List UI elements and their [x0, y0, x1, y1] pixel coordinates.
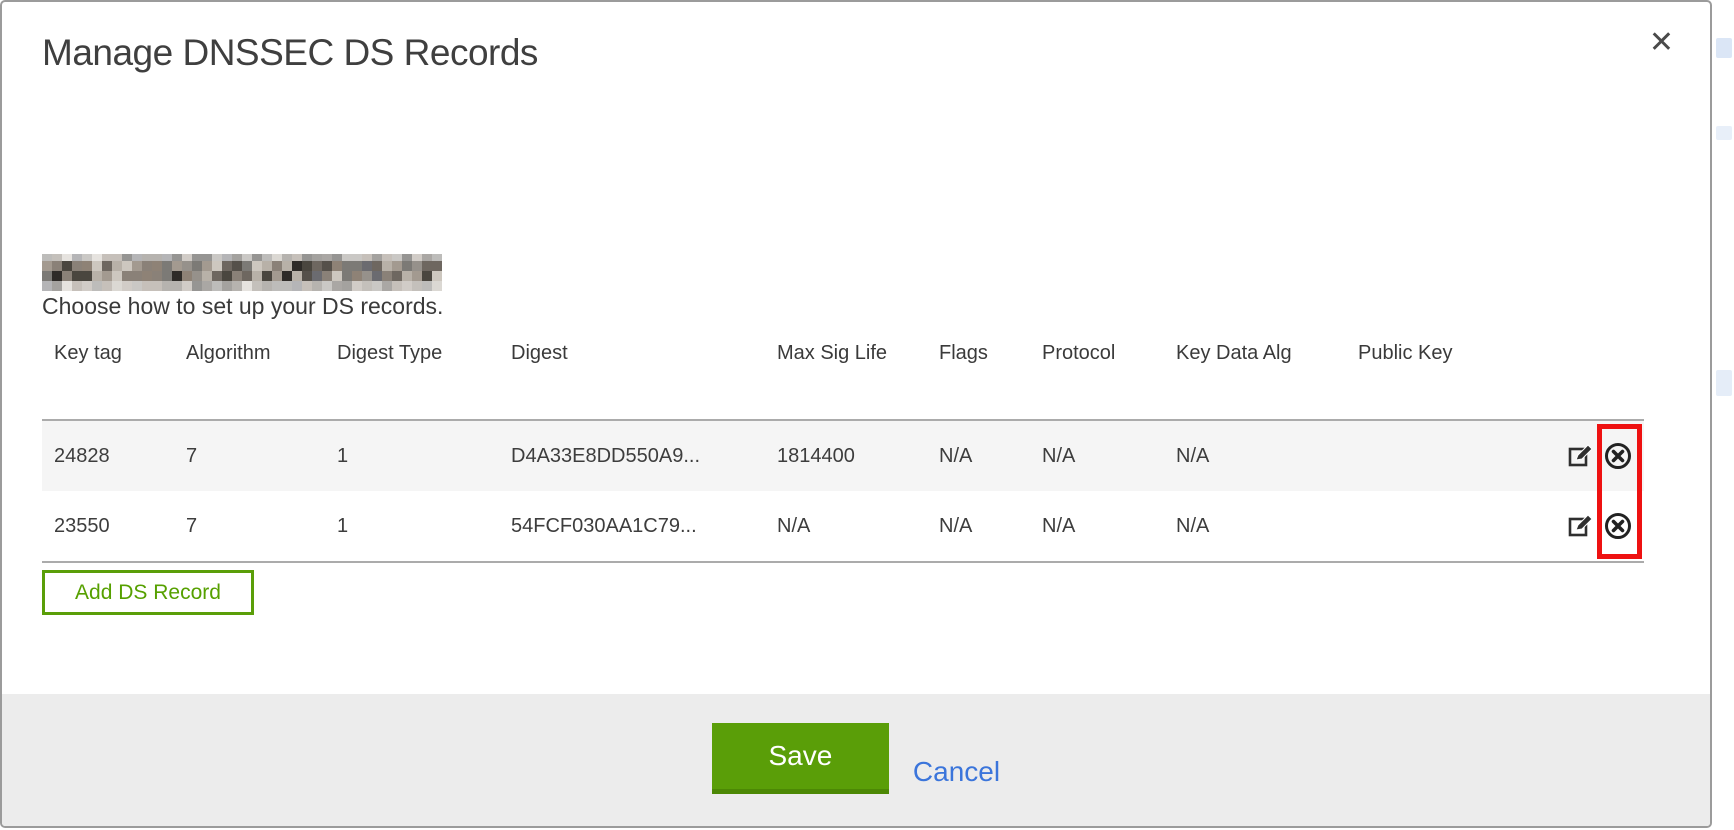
- col-header-key-tag: Key tag: [42, 342, 174, 365]
- background-link-fragment: [1716, 126, 1732, 140]
- cell-key-data-alg: N/A: [1164, 445, 1346, 468]
- table-row: 24828 7 1 D4A33E8DD550A9... 1814400 N/A …: [42, 421, 1644, 491]
- col-header-protocol: Protocol: [1030, 342, 1164, 365]
- cell-digest-type: 1: [325, 515, 499, 538]
- col-header-public-key: Public Key: [1346, 342, 1496, 365]
- cell-key-data-alg: N/A: [1164, 515, 1346, 538]
- cell-key-tag: 23550: [42, 515, 174, 538]
- edit-record-button[interactable]: [1566, 441, 1596, 471]
- edit-icon: [1568, 443, 1594, 469]
- table-header-row: Key tag Algorithm Digest Type Digest Max…: [42, 336, 1644, 370]
- cell-protocol: N/A: [1030, 515, 1164, 538]
- delete-record-button[interactable]: [1602, 510, 1634, 542]
- cell-key-tag: 24828: [42, 445, 174, 468]
- table-row: 23550 7 1 54FCF030AA1C79... N/A N/A N/A …: [42, 491, 1644, 561]
- cell-max-sig-life: 1814400: [765, 445, 927, 468]
- manage-dnssec-modal: ✕ Manage DNSSEC DS Records Choose how to…: [0, 0, 1712, 828]
- col-header-digest-type: Digest Type: [325, 342, 499, 365]
- edit-record-button[interactable]: [1566, 511, 1596, 541]
- screenshot-canvas: ✕ Manage DNSSEC DS Records Choose how to…: [0, 0, 1734, 830]
- circle-x-icon: [1604, 442, 1632, 470]
- background-link-fragment: [1716, 38, 1732, 58]
- background-link-fragment: [1716, 370, 1732, 396]
- cancel-link[interactable]: Cancel: [913, 756, 1000, 788]
- cell-flags: N/A: [927, 445, 1030, 468]
- add-ds-record-button[interactable]: Add DS Record: [42, 570, 254, 615]
- col-header-key-data-alg: Key Data Alg: [1164, 342, 1346, 365]
- cell-digest-type: 1: [325, 445, 499, 468]
- table-body: 24828 7 1 D4A33E8DD550A9... 1814400 N/A …: [42, 419, 1644, 563]
- background-page-sliver: [1710, 0, 1734, 830]
- setup-instruction-text: Choose how to set up your DS records.: [42, 293, 443, 320]
- cell-protocol: N/A: [1030, 445, 1164, 468]
- page-title: Manage DNSSEC DS Records: [42, 32, 538, 74]
- cell-max-sig-life: N/A: [765, 515, 927, 538]
- ds-records-table: Key tag Algorithm Digest Type Digest Max…: [42, 336, 1644, 563]
- cell-algorithm: 7: [174, 515, 325, 538]
- cell-algorithm: 7: [174, 445, 325, 468]
- circle-x-icon: [1604, 512, 1632, 540]
- col-header-max-sig-life: Max Sig Life: [765, 342, 927, 365]
- cell-digest: 54FCF030AA1C79...: [499, 515, 765, 538]
- redacted-domain: [42, 254, 442, 291]
- cell-flags: N/A: [927, 515, 1030, 538]
- col-header-flags: Flags: [927, 342, 1030, 365]
- edit-icon: [1568, 513, 1594, 539]
- col-header-algorithm: Algorithm: [174, 342, 325, 365]
- close-icon[interactable]: ✕: [1649, 28, 1674, 58]
- col-header-digest: Digest: [499, 342, 765, 365]
- cell-digest: D4A33E8DD550A9...: [499, 445, 765, 468]
- save-button[interactable]: Save: [712, 723, 889, 794]
- delete-record-button[interactable]: [1602, 440, 1634, 472]
- modal-footer: Save Cancel: [2, 694, 1710, 826]
